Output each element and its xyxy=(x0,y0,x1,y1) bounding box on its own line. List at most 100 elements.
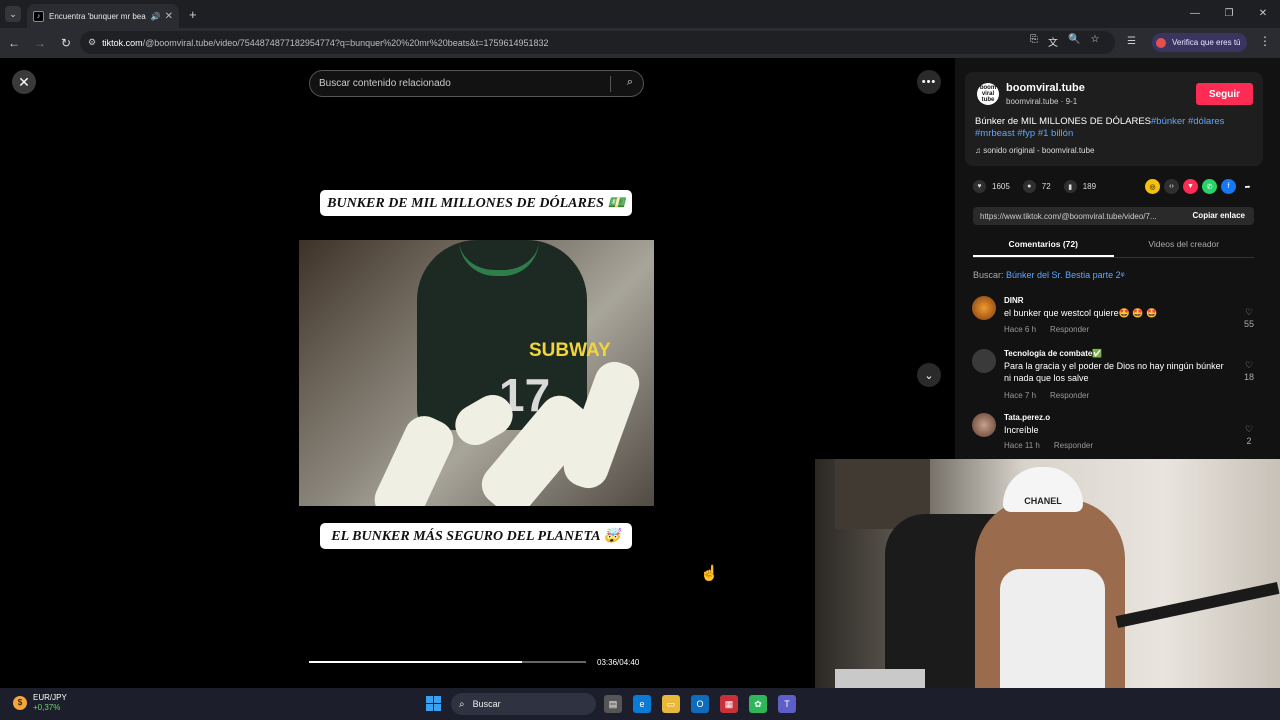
share-arrow-icon[interactable]: ➦ xyxy=(1240,179,1255,194)
comment-reply-button[interactable]: Responder xyxy=(1050,325,1089,334)
comment-icon[interactable]: ● xyxy=(1022,180,1036,193)
translate-icon[interactable]: 文 xyxy=(1048,34,1058,49)
comment-avatar[interactable] xyxy=(972,296,996,320)
window-close-button[interactable]: ✕ xyxy=(1246,0,1280,28)
browser-tab[interactable]: ♪ Encuentra 'bunquer mr bea 🔊 ✕ xyxy=(27,4,179,28)
coin-icon[interactable]: ◎ xyxy=(1145,179,1160,194)
verify-identity-button[interactable]: Verifica que eres tú xyxy=(1152,33,1248,52)
tiktok-favicon-icon: ♪ xyxy=(33,10,44,22)
tab-close-icon[interactable]: ✕ xyxy=(165,11,173,22)
description-text: Búnker de MIL MILLONES DE DÓLARES xyxy=(975,116,1151,127)
webcam-cap: CHANEL xyxy=(1003,467,1083,512)
comment-like[interactable]: ♡ 18 xyxy=(1242,359,1256,383)
more-options-button[interactable]: ••• xyxy=(917,70,941,94)
comment-meta: Hace 11 h Responder xyxy=(1004,441,1093,450)
comment-user[interactable]: Tata.perez.o xyxy=(1004,413,1050,422)
tab-comments[interactable]: Comentarios (72) xyxy=(973,230,1114,257)
chatgpt-icon[interactable]: ✿ xyxy=(749,695,767,713)
tab-creator-videos[interactable]: Videos del creador xyxy=(1114,230,1255,257)
url-bar[interactable]: ⚙ tiktok.com/@boomviral.tube/video/75448… xyxy=(80,31,1115,54)
author-name[interactable]: boomviral.tube xyxy=(1006,82,1085,94)
likes-count: 1605 xyxy=(992,182,1010,191)
edge-icon[interactable]: e xyxy=(633,695,651,713)
minimize-button[interactable]: — xyxy=(1178,0,1212,28)
fx-widget[interactable]: $ EUR/JPY +0,37% xyxy=(13,693,67,712)
browser-menu-icon[interactable]: ⋮ xyxy=(1259,34,1271,48)
music-note-icon: ♫ xyxy=(975,146,984,155)
bookmark-icon[interactable]: ▮ xyxy=(1063,180,1077,193)
search-suggestion[interactable]: Buscar: Búnker del Sr. Bestia parte 2ᵠ xyxy=(973,270,1125,280)
author-sub: boomviral.tube · 9-1 xyxy=(1006,97,1078,106)
comment-text: el bunker que westcol quiere🤩 🤩 🤩 xyxy=(1004,308,1158,318)
new-tab-button[interactable]: + xyxy=(189,7,197,22)
comments-count: 72 xyxy=(1041,182,1051,191)
comment-meta: Hace 7 h Responder xyxy=(1004,391,1089,400)
embed-icon[interactable]: ‹› xyxy=(1164,179,1179,194)
webcam-overlay: CHANEL xyxy=(815,459,1280,720)
share-icons: ◎ ‹› ▼ ✆ f ➦ xyxy=(1145,179,1255,194)
tab-search-icon[interactable]: ⌄ xyxy=(5,6,21,22)
browser-tab-strip: ⌄ ♪ Encuentra 'bunquer mr bea 🔊 ✕ + — ❐ … xyxy=(0,0,1280,28)
saves-count: 189 xyxy=(1082,182,1097,191)
calendar-icon[interactable]: ▦ xyxy=(720,695,738,713)
tab-title: Encuentra 'bunquer mr bea xyxy=(49,11,146,21)
bookmark-star-icon[interactable]: ☆ xyxy=(1090,34,1099,49)
hand-cursor-icon: ☝ xyxy=(700,565,719,582)
comment-time: Hace 11 h xyxy=(1004,441,1040,450)
next-video-button[interactable]: ⌄ xyxy=(917,363,941,387)
file-explorer-icon[interactable]: ▭ xyxy=(662,695,680,713)
caption-bottom: EL BUNKER MÁS SEGURO DEL PLANETA 🤯 xyxy=(320,523,632,549)
back-button[interactable]: ← xyxy=(2,36,26,50)
panel-tabs: Comentarios (72) Videos del creador xyxy=(973,230,1254,258)
task-view-icon[interactable]: ▤ xyxy=(604,695,622,713)
restore-button[interactable]: ❐ xyxy=(1212,0,1246,28)
taskbar-search[interactable]: ⌕ Buscar xyxy=(451,693,596,715)
teams-icon[interactable]: T xyxy=(778,695,796,713)
address-toolbar: ← → ↻ ⚙ tiktok.com/@boomviral.tube/video… xyxy=(0,28,1280,58)
zoom-icon[interactable]: 🔍 xyxy=(1068,34,1080,49)
reading-list-icon[interactable]: ☰ xyxy=(1127,36,1136,47)
music-info[interactable]: ♫ sonido original - boomviral.tube xyxy=(975,146,1094,155)
heart-icon[interactable]: ♥ xyxy=(973,180,986,193)
outlook-icon[interactable]: O xyxy=(691,695,709,713)
video-progress-bar[interactable] xyxy=(309,661,586,663)
reload-button[interactable]: ↻ xyxy=(54,36,78,50)
engagement-stats: ♥ 1605 ● 72 ▮ 189 xyxy=(973,180,1109,193)
search-icon[interactable]: ⌕ xyxy=(627,76,633,89)
webcam-mic-arm xyxy=(1115,581,1280,629)
comment-avatar[interactable] xyxy=(972,413,996,437)
comment-time: Hace 6 h xyxy=(1004,325,1037,334)
facebook-icon[interactable]: f xyxy=(1221,179,1236,194)
comment-like[interactable]: ♡ 2 xyxy=(1242,423,1256,447)
close-video-button[interactable]: ✕ xyxy=(12,70,36,94)
comment-user[interactable]: Tecnología de combate✅ xyxy=(1004,349,1102,358)
video-player[interactable]: Buscar contenido relacionado ⌕ BUNKER DE… xyxy=(299,58,654,688)
comment-like[interactable]: ♡ 55 xyxy=(1242,306,1256,330)
taskbar-apps: ▤ e ▭ O ▦ ✿ T xyxy=(604,695,796,713)
whatsapp-icon[interactable]: ✆ xyxy=(1202,179,1217,194)
windows-taskbar: $ EUR/JPY +0,37% ⌕ Buscar ▤ e ▭ O ▦ ✿ T xyxy=(0,688,1280,720)
install-icon[interactable]: ⎘ xyxy=(1030,34,1038,49)
author-card: boom viral tube boomviral.tube boomviral… xyxy=(965,72,1263,166)
author-avatar[interactable]: boom viral tube xyxy=(977,83,999,105)
comment-like-count: 55 xyxy=(1243,319,1254,329)
related-search-input[interactable]: Buscar contenido relacionado ⌕ xyxy=(309,70,644,97)
send-icon[interactable]: ▼ xyxy=(1183,179,1198,194)
follow-button[interactable]: Seguir xyxy=(1196,83,1253,105)
comment-text: Para la gracia y el poder de Dios no hay… xyxy=(1004,361,1224,383)
comment-avatar[interactable] xyxy=(972,349,996,373)
search-suggestion-query: Búnker del Sr. Bestia parte 2 xyxy=(1006,270,1121,280)
comment-text: Increíble xyxy=(1004,425,1039,435)
comment-reply-button[interactable]: Responder xyxy=(1054,441,1093,450)
comment-reply-button[interactable]: Responder xyxy=(1050,391,1089,400)
forward-button[interactable]: → xyxy=(28,36,52,50)
comment-user[interactable]: DINR xyxy=(1004,296,1024,305)
copy-link-button[interactable]: Copiar enlace xyxy=(1193,211,1245,220)
speaker-icon[interactable]: 🔊 xyxy=(151,12,161,21)
windows-start-icon[interactable] xyxy=(426,696,441,711)
taskbar-search-label: Buscar xyxy=(472,699,501,709)
url-host: tiktok.com xyxy=(102,37,143,48)
site-info-icon[interactable]: ⚙ xyxy=(88,37,96,48)
video-link-url[interactable]: https://www.tiktok.com/@boomviral.tube/v… xyxy=(980,212,1180,221)
comment-like-count: 18 xyxy=(1243,372,1254,382)
